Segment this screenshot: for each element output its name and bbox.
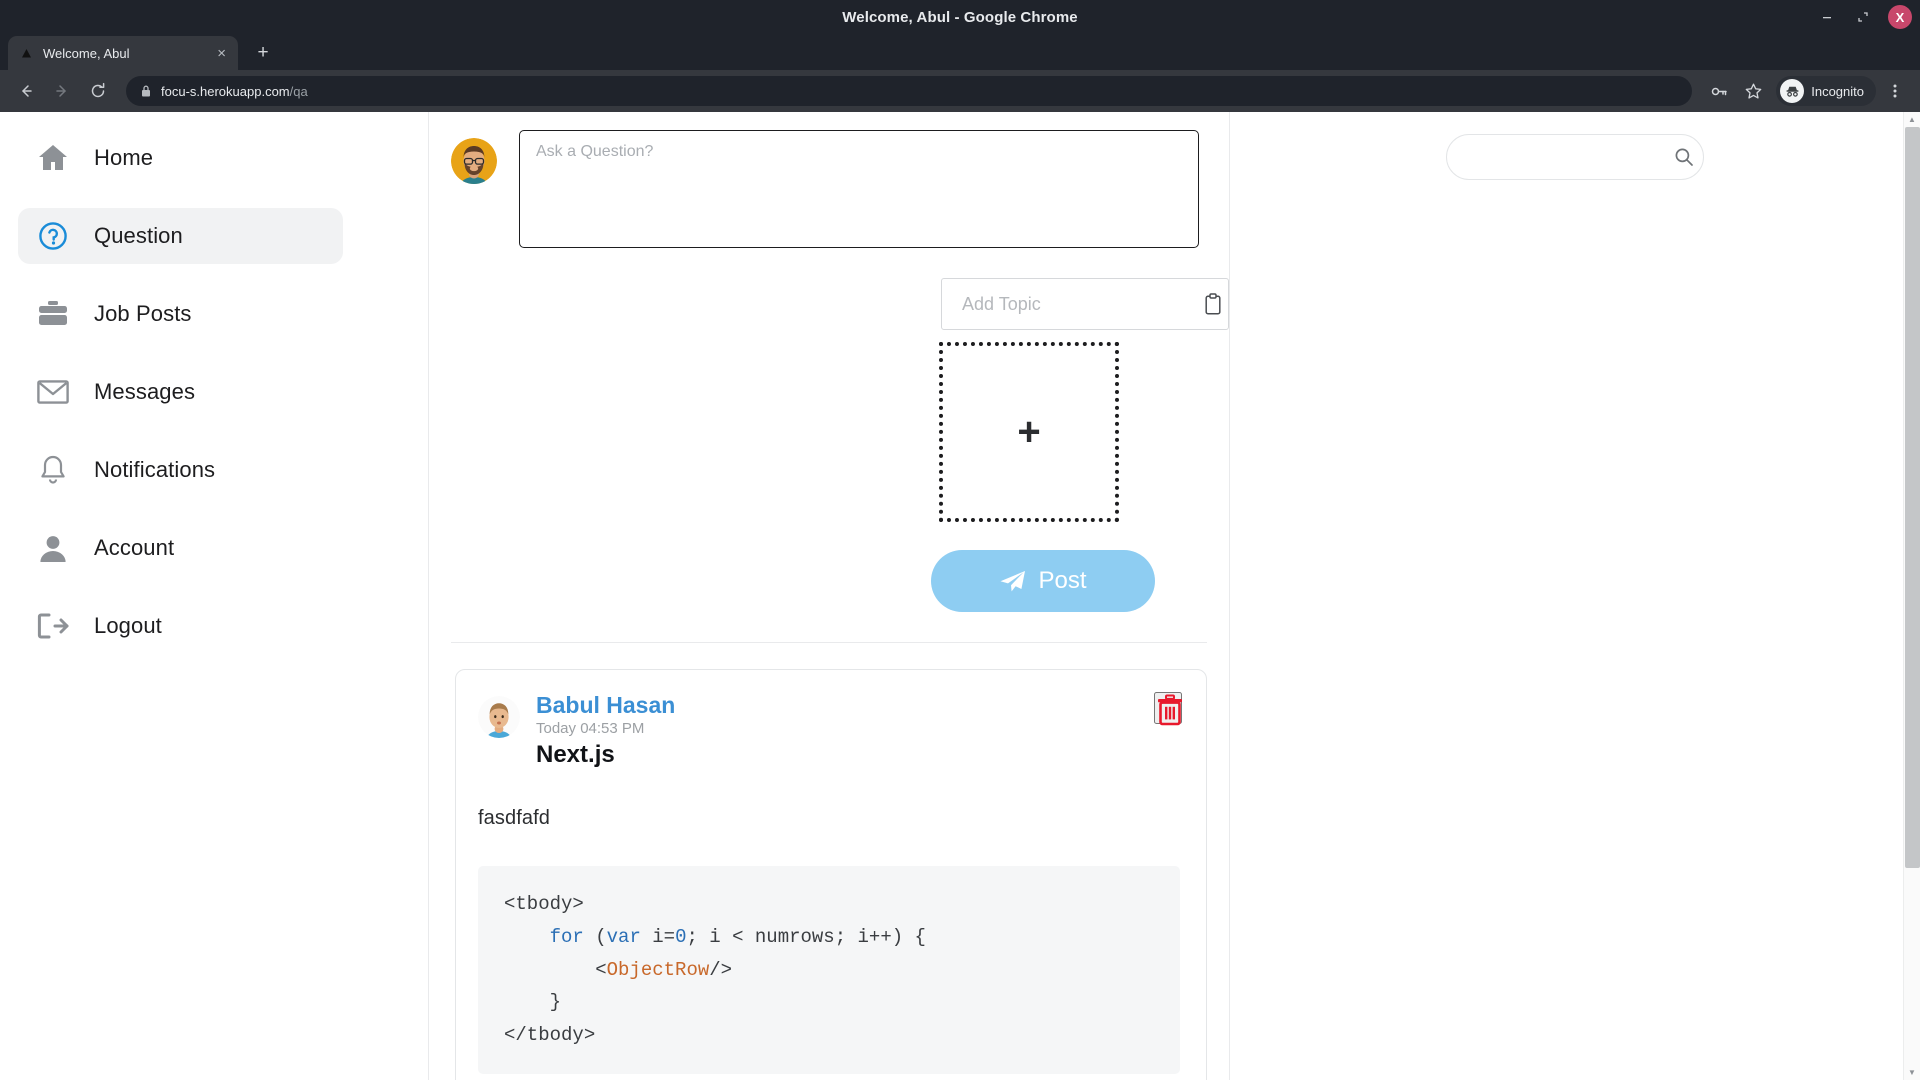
code-line-5: </tbody> [504, 1024, 595, 1046]
search-icon[interactable] [1674, 147, 1694, 167]
question-input[interactable] [519, 130, 1199, 248]
three-dot-menu-icon[interactable] [1880, 76, 1910, 106]
sidebar-label: Notifications [94, 457, 215, 483]
main-content: + Post [428, 112, 1230, 1080]
home-icon [36, 141, 70, 175]
scrollbar-thumb[interactable] [1905, 127, 1920, 868]
sidebar-label: Account [94, 535, 174, 561]
right-rail [1230, 112, 1920, 1080]
sidebar-item-notifications[interactable]: Notifications [18, 442, 343, 498]
upload-row: + [429, 330, 1229, 522]
sidebar-item-job-posts[interactable]: Job Posts [18, 286, 343, 342]
sidebar-label: Job Posts [94, 301, 192, 327]
post-header: Babul Hasan Today 04:53 PM Next.js [478, 692, 1180, 769]
question-composer: + Post [429, 112, 1229, 642]
page-scrollbar[interactable]: ▲ ▼ [1903, 112, 1920, 1080]
question-feed: Babul Hasan Today 04:53 PM Next.js fasdf… [429, 643, 1229, 1080]
paper-plane-icon [999, 569, 1026, 593]
maximize-button[interactable] [1852, 6, 1874, 28]
window-title: Welcome, Abul - Google Chrome [842, 9, 1077, 26]
bell-icon [36, 453, 70, 487]
incognito-icon [1780, 79, 1804, 103]
close-window-button[interactable]: X [1888, 5, 1912, 29]
topic-input[interactable] [962, 294, 1194, 315]
window-titlebar: Welcome, Abul - Google Chrome X [0, 0, 1920, 34]
scroll-up-button[interactable]: ▲ [1904, 112, 1920, 127]
profile-label: Incognito [1811, 84, 1864, 99]
delete-post-button[interactable] [1154, 692, 1182, 724]
triangle-favicon [18, 45, 34, 61]
browser-tabstrip: Welcome, Abul × + [0, 34, 1920, 70]
post-row: Post [429, 522, 1229, 642]
page-viewport: Home Question Job Posts [0, 112, 1920, 1080]
minimize-button[interactable] [1816, 6, 1838, 28]
question-circle-icon [36, 219, 70, 253]
profile-chip[interactable]: Incognito [1776, 76, 1876, 106]
code-line-2a: ( [584, 926, 607, 948]
composer-input-row [429, 130, 1229, 248]
code-keyword-var: var [607, 926, 641, 948]
logout-icon [36, 609, 70, 643]
url-host: focu-s.herokuapp.com [161, 84, 290, 99]
sidebar-nav: Home Question Job Posts [0, 112, 428, 1080]
sidebar-item-account[interactable]: Account [18, 520, 343, 576]
sidebar-label: Question [94, 223, 183, 249]
browser-tab[interactable]: Welcome, Abul × [8, 36, 238, 70]
post-topic: Next.js [536, 741, 675, 769]
user-icon [36, 531, 70, 565]
scrollbar-track[interactable] [1904, 127, 1920, 1065]
star-icon[interactable] [1738, 76, 1768, 106]
code-keyword-for: for [550, 926, 584, 948]
post-code-block: <tbody> for (var i=0; i < numrows; i++) … [478, 866, 1180, 1073]
close-icon[interactable]: × [215, 46, 228, 61]
new-tab-button[interactable]: + [248, 38, 278, 68]
address-bar[interactable]: focu-s.herokuapp.com/qa [126, 76, 1692, 106]
url-path: /qa [290, 84, 308, 99]
sidebar-item-home[interactable]: Home [18, 130, 343, 186]
add-topic-field[interactable] [941, 278, 1229, 330]
back-arrow-icon[interactable] [10, 75, 42, 107]
briefcase-icon [36, 297, 70, 331]
lock-icon [140, 84, 152, 98]
sidebar-item-logout[interactable]: Logout [18, 598, 343, 654]
post-body-text: fasdfafd [478, 769, 1180, 830]
reload-icon[interactable] [82, 75, 114, 107]
code-line-2c: ; i < numrows; i++) { [686, 926, 925, 948]
code-line-3-open: < [595, 959, 606, 981]
window-controls: X [1816, 0, 1912, 34]
post-card: Babul Hasan Today 04:53 PM Next.js fasdf… [455, 669, 1207, 1080]
key-icon[interactable] [1704, 76, 1734, 106]
clipboard-icon[interactable] [1204, 293, 1222, 315]
code-line-3-close: /> [709, 959, 732, 981]
plus-icon: + [1017, 412, 1040, 452]
code-line-1: <tbody> [504, 893, 584, 915]
search-box[interactable] [1446, 134, 1704, 180]
post-button[interactable]: Post [931, 550, 1155, 612]
add-image-dropzone[interactable]: + [939, 342, 1119, 522]
tab-title: Welcome, Abul [43, 46, 206, 61]
post-author[interactable]: Babul Hasan [536, 692, 675, 718]
post-button-label: Post [1038, 567, 1086, 595]
forward-arrow-icon[interactable] [46, 75, 78, 107]
scroll-down-button[interactable]: ▼ [1904, 1065, 1920, 1080]
post-timestamp: Today 04:53 PM [536, 720, 675, 737]
envelope-icon [36, 375, 70, 409]
avatar [451, 138, 497, 184]
code-line-4: } [550, 991, 561, 1013]
code-tag-objectrow: ObjectRow [607, 959, 710, 981]
topic-row [429, 248, 1229, 330]
post-meta: Babul Hasan Today 04:53 PM Next.js [536, 692, 675, 769]
browser-toolbar: focu-s.herokuapp.com/qa Incognito [0, 70, 1920, 112]
sidebar-label: Logout [94, 613, 162, 639]
avatar [478, 696, 520, 738]
sidebar-label: Messages [94, 379, 195, 405]
code-line-2b: i= [641, 926, 675, 948]
sidebar-label: Home [94, 145, 153, 171]
search-input[interactable] [1465, 149, 1664, 166]
sidebar-item-messages[interactable]: Messages [18, 364, 343, 420]
sidebar-item-question[interactable]: Question [18, 208, 343, 264]
url-text: focu-s.herokuapp.com/qa [161, 84, 308, 99]
code-number: 0 [675, 926, 686, 948]
